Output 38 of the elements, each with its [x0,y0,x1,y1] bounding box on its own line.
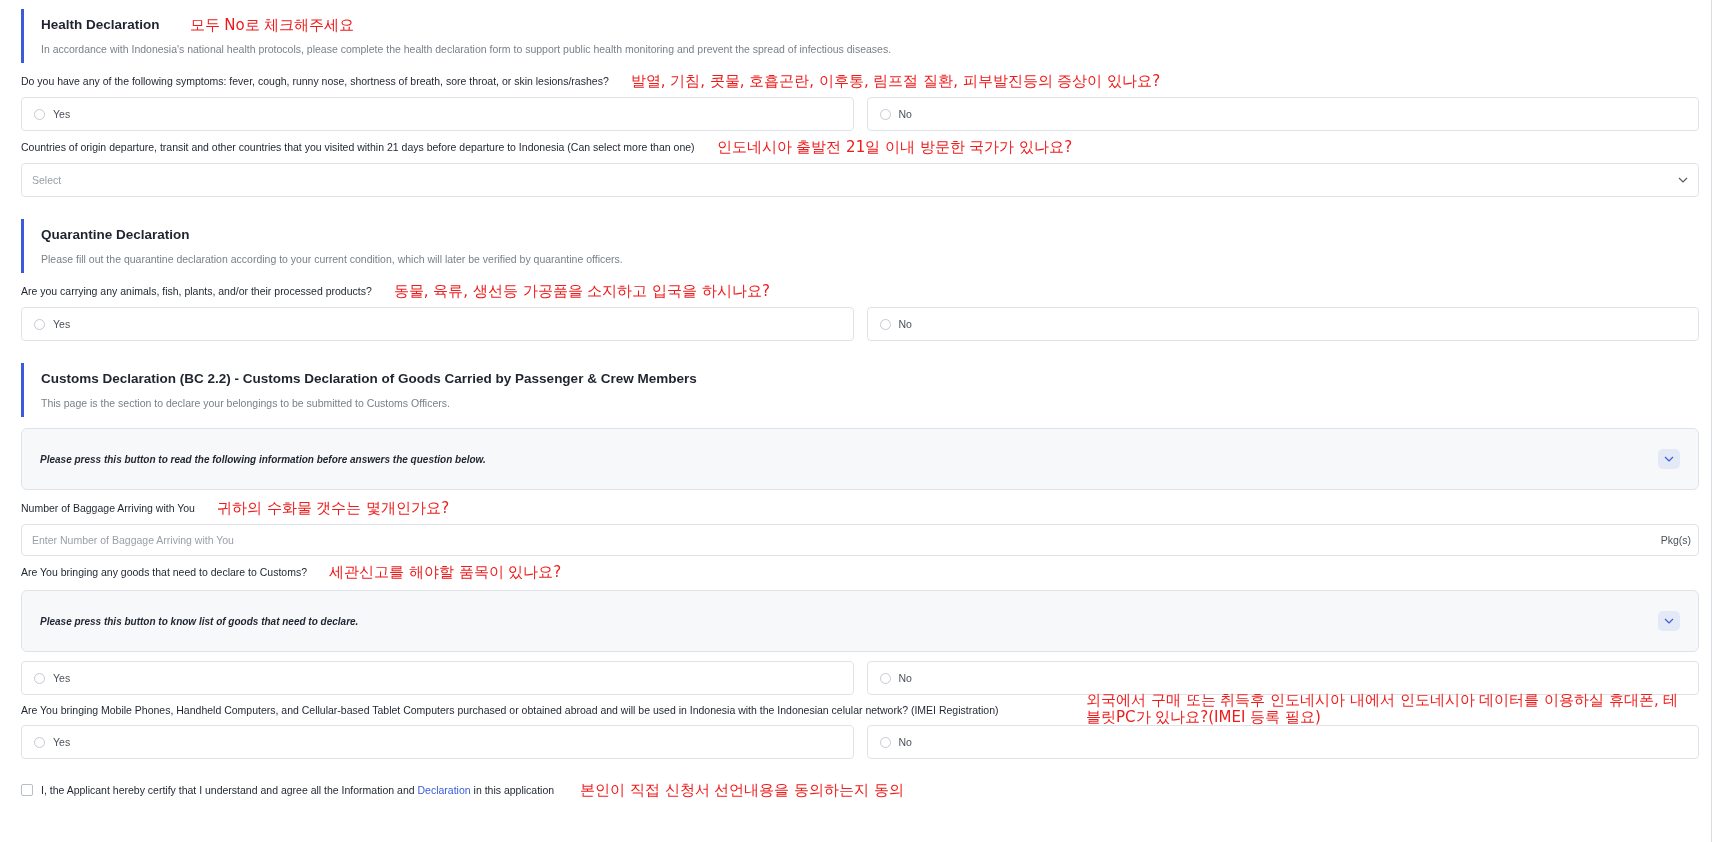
radio-option[interactable]: Yes [21,661,854,695]
question-label: Number of Baggage Arriving with You [21,501,195,516]
chevron-icon [1664,456,1674,462]
annotation-note: 세관신고를 해야할 품목이 있나요? [329,563,562,581]
section-description: In accordance with Indonesia's national health protocols, please complete the health declaration form to support public health monitoring and prevent the spread of infectious diseases. [41,42,893,57]
expand-button[interactable] [1658,449,1680,469]
section-description: Please fill out the quarantine declaration according to your current condition, which will later be verified by quarantine officers. [41,252,624,267]
section-title: Quarantine Declaration [41,226,190,244]
annotation-note: 모두 No로 체크해주세요 [189,16,355,34]
annotation-note: 외국에서 구매 또는 취득후 인도네시아 내에서 인도네시아 데이터를 이용하실 휴대폰, 테블릿PC가 있나요?(IMEI 등록 필요) [1086,692,1680,726]
question-label: Countries of origin departure, transit and other countries that you visited within 21 days before departure to Indonesia (Can select more than one) [21,140,695,155]
radio-option[interactable]: No [866,725,1699,759]
question-label: Are You bringing any goods that need to declare to Customs? [21,565,308,580]
agree-checkbox[interactable] [21,784,33,796]
annotation-note: 본인이 직접 신청서 선언내용을 동의하는지 동의 [580,781,904,799]
radio-option[interactable]: Yes [21,307,854,341]
chevron-down-icon [1678,177,1688,183]
section-title: Customs Declaration (BC 2.2) - Customs Declaration of Goods Carried by Passenger & Crew Members [41,370,697,388]
radio-option[interactable]: Yes [21,725,854,759]
chevron-icon [1664,618,1674,624]
agreement-text: I, the Applicant hereby certify that I understand and agree all the Information and Declaration in this application [41,784,555,796]
unit-suffix: Pkg(s) [1660,534,1691,546]
radio-option[interactable]: Yes [21,97,854,131]
question-label: Do you have any of the following symptoms: fever, cough, runny nose, shortness of breath, sore throat, or skin lesions/rashes? [21,74,609,89]
section-title: Health Declaration [41,16,160,34]
radio-option[interactable]: No [866,307,1699,341]
annotation-note: 발열, 기침, 콧물, 호흡곤란, 이후통, 림프절 질환, 피부발진등의 증상이 있나요? [630,72,1161,90]
info-accordion[interactable]: Please press this button to read the following information before answers the question below. [21,428,1699,490]
radio-option[interactable]: No [866,97,1699,131]
question-label: Are You bringing Mobile Phones, Handheld Computers, and Cellular-based Tablet Computers purchased or obtained abroad and will be used in Indonesia with the Indonesian celular network? (IMEI Registration) [21,703,999,718]
question-label: Are you carrying any animals, fish, plants, and/or their processed products? [21,284,372,299]
info-accordion[interactable]: Please press this button to know list of goods that need to declare. [21,590,1699,652]
section-description: This page is the section to declare your belongings to be submitted to Customs Officers. [41,396,451,411]
declaration-link[interactable]: Declaration [417,784,471,796]
annotation-note: 귀하의 수화물 갯수는 몇개인가요? [216,499,450,517]
annotation-note: 인도네시아 출발전 21일 이내 방문한 국가가 있나요? [716,138,1073,156]
annotation-note: 동물, 육류, 생선등 가공품을 소지하고 입국을 하시나요? [393,282,770,300]
expand-button[interactable] [1658,611,1680,631]
